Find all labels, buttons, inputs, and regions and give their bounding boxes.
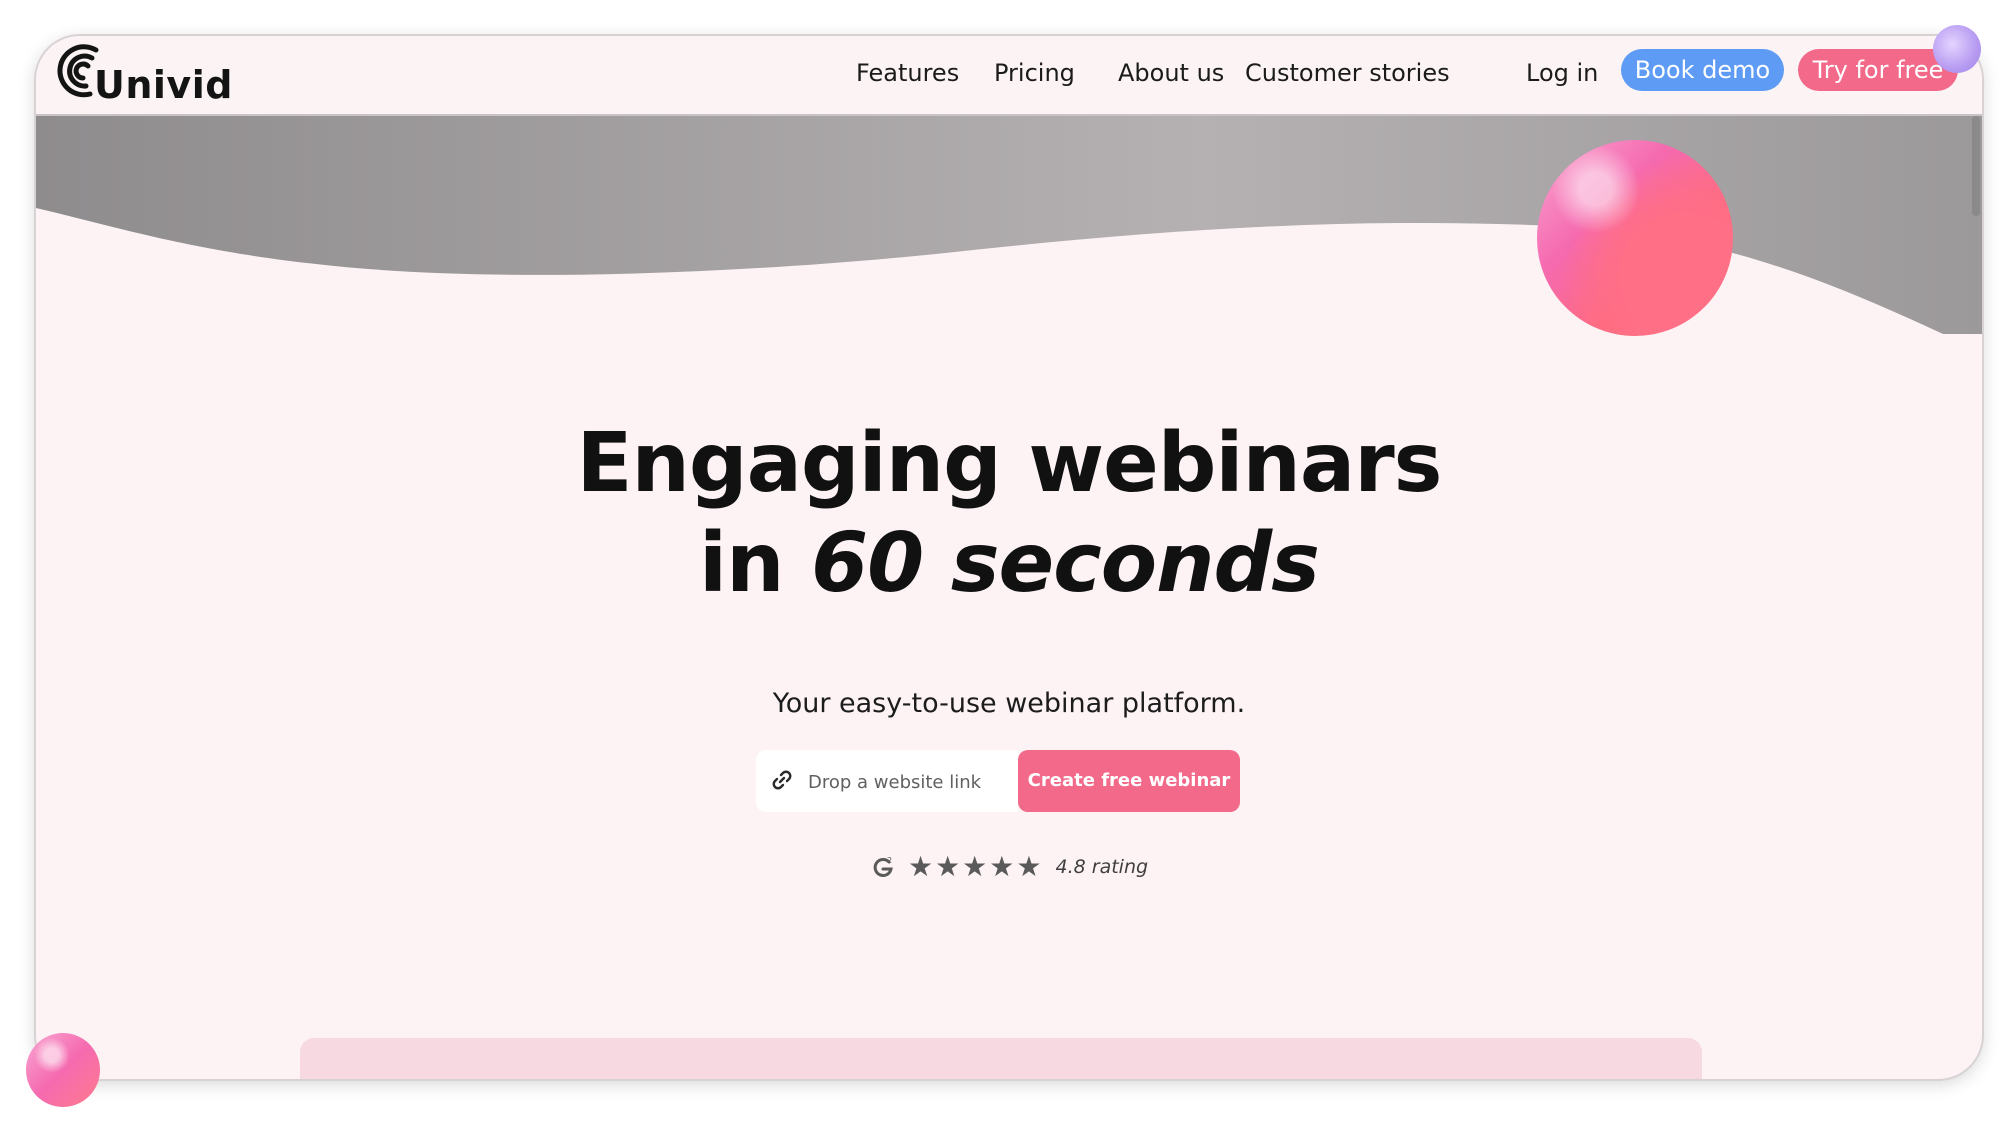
nav-link-features[interactable]: Features bbox=[856, 58, 959, 88]
top-navigation: Univid Features Pricing About us Custome… bbox=[36, 36, 1982, 116]
decorative-purple-circle bbox=[1933, 25, 1981, 73]
create-free-webinar-button[interactable]: Create free webinar bbox=[1018, 750, 1240, 812]
link-icon bbox=[772, 770, 792, 790]
g2-icon: 2 bbox=[873, 856, 893, 877]
hero-title-emphasis: 60 seconds bbox=[807, 516, 1323, 611]
login-link[interactable]: Log in bbox=[1526, 58, 1598, 88]
hero-title-emphasis-text: 60 seconds bbox=[811, 516, 1320, 611]
decorative-pink-circle bbox=[26, 1033, 100, 1107]
star-rating: ★ ★ ★ ★ ★ bbox=[908, 852, 1044, 882]
rating-text: 4.8 rating bbox=[1055, 856, 1149, 878]
star-icon: ★ bbox=[935, 850, 961, 883]
star-icon: ★ bbox=[962, 850, 988, 883]
website-link-input[interactable] bbox=[806, 766, 1010, 798]
svg-text:2: 2 bbox=[887, 856, 892, 865]
hero-title-prefix: in bbox=[699, 516, 812, 611]
rating-row: 2 ★ ★ ★ ★ ★ 4.8 rating bbox=[36, 850, 1982, 884]
website-link-field[interactable] bbox=[756, 750, 1018, 812]
hero-title-line-1: Engaging webinars bbox=[576, 416, 1443, 511]
star-icon: ★ bbox=[907, 850, 934, 883]
star-icon: ★ bbox=[1016, 850, 1042, 883]
star-icon: ★ bbox=[989, 850, 1015, 883]
browser-window: Univid Features Pricing About us Custome… bbox=[36, 36, 1982, 1079]
brand-name: Univid bbox=[94, 63, 233, 107]
nav-link-pricing[interactable]: Pricing bbox=[994, 58, 1075, 88]
scrollbar-thumb[interactable] bbox=[1972, 116, 1980, 216]
book-demo-button[interactable]: Book demo bbox=[1621, 49, 1784, 91]
decorative-blob-image bbox=[1537, 140, 1733, 336]
hero-subtitle: Your easy-to-use webinar platform. bbox=[772, 688, 1246, 719]
preview-card-top bbox=[300, 1038, 1702, 1079]
nav-link-about-us[interactable]: About us bbox=[1118, 58, 1224, 88]
brand-logo[interactable]: Univid bbox=[50, 40, 233, 112]
hero-title-line-2: in 60 seconds bbox=[36, 514, 1982, 614]
nav-link-customer-stories[interactable]: Customer stories bbox=[1245, 58, 1450, 88]
